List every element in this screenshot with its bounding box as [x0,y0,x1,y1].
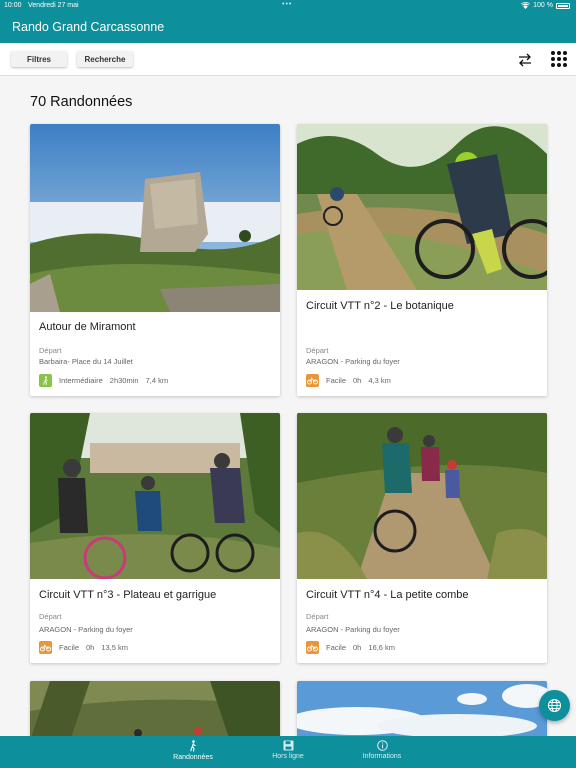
trail-card[interactable]: Circuit VTT n°4 - La petite combe Départ… [297,413,547,663]
trail-photo [30,681,280,741]
duration-label: 0h [353,643,362,652]
bike-icon [306,374,319,387]
filters-button[interactable]: Filtres [11,51,67,67]
distance-label: 13,5 km [101,643,129,652]
bike-icon [306,641,319,654]
difficulty-label: Facile [59,643,80,652]
depart-label: Départ [306,612,329,621]
trail-photo [297,413,547,579]
results-count: 70 Randonnées [30,94,133,110]
globe-icon [547,698,562,713]
hiker-icon [39,374,52,387]
trail-photo [297,681,547,741]
duration-label: 0h [353,376,362,385]
trail-card[interactable]: Autour de Miramont Départ Barbaira- Plac… [30,124,280,396]
search-button[interactable]: Recherche [77,51,133,67]
hiker-icon [190,740,196,752]
difficulty-label: Intermédiaire [59,376,103,385]
trail-card[interactable] [30,681,280,741]
difficulty-label: Facile [326,376,347,385]
toolbar: Filtres Recherche [0,43,576,76]
tab-bar: Randonnées Hors ligne Informations [0,736,576,768]
depart-location: ARAGON - Parking du foyer [306,357,400,366]
depart-location: ARAGON - Parking du foyer [39,625,133,634]
multitask-dots-icon: ••• [282,1,293,8]
distance-label: 16,6 km [368,643,396,652]
duration-label: 2h30min [109,376,139,385]
wifi-icon [521,2,531,9]
depart-location: ARAGON - Parking du foyer [306,625,400,634]
duration-label: 0h [86,643,95,652]
distance-label: 4,3 km [368,376,391,385]
tab-label: Informations [362,753,402,760]
depart-location: Barbaira- Place du 14 Juillet [39,357,133,366]
trail-title: Circuit VTT n°3 - Plateau et garrigue [39,589,217,601]
trail-card[interactable]: Circuit VTT n°2 - Le botanique Départ AR… [297,124,547,396]
status-date: Vendredi 27 mai [28,2,79,9]
tab-randonnees[interactable]: Randonnées [153,740,233,761]
tab-informations[interactable]: Informations [342,740,422,760]
swap-arrows-icon[interactable] [517,52,533,68]
status-time: 10:00 [4,2,22,9]
trail-title: Circuit VTT n°4 - La petite combe [306,589,469,601]
battery-percent: 100 % [533,2,553,9]
status-bar: 10:00 Vendredi 27 mai ••• 100 % [0,0,576,12]
depart-label: Départ [306,346,329,355]
trail-photo [297,124,547,290]
battery-icon [556,2,570,9]
app-bar: Rando Grand Carcassonne [0,12,576,43]
tab-label: Hors ligne [272,753,304,760]
trail-card[interactable] [297,681,547,741]
trail-card[interactable]: Circuit VTT n°3 - Plateau et garrigue Dé… [30,413,280,663]
globe-button[interactable] [539,690,570,721]
apps-grid-icon[interactable] [551,51,567,67]
info-icon [376,740,388,751]
depart-label: Départ [39,346,62,355]
tab-hors-ligne[interactable]: Hors ligne [248,740,328,760]
trail-title: Autour de Miramont [39,321,136,333]
tab-label: Randonnées [173,754,213,761]
trail-title: Circuit VTT n°2 - Le botanique [306,300,454,312]
save-icon [283,740,293,751]
trail-photo [30,124,280,312]
depart-label: Départ [39,612,62,621]
distance-label: 7,4 km [145,376,169,385]
app-title: Rando Grand Carcassonne [12,20,165,34]
trail-photo [30,413,280,579]
difficulty-label: Facile [326,643,347,652]
bike-icon [39,641,52,654]
